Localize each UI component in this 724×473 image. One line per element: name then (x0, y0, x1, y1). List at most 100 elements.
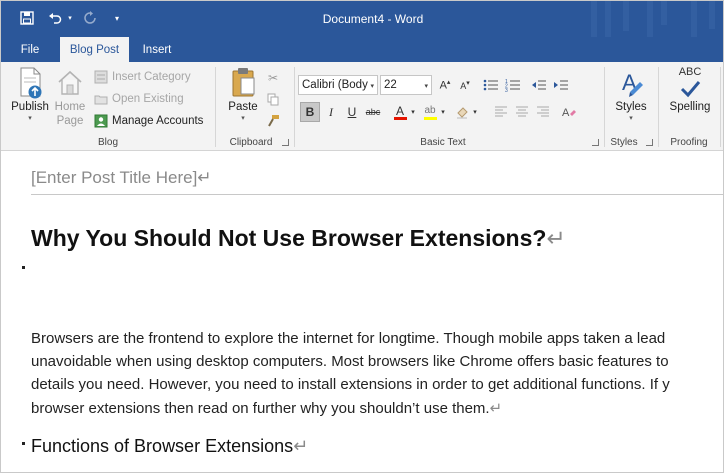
document-heading[interactable]: Why You Should Not Use Browser Extension… (31, 225, 566, 252)
manage-accounts-label: Manage Accounts (112, 115, 204, 127)
bullets-icon (483, 79, 498, 91)
italic-label: I (329, 104, 333, 119)
manage-accounts-button[interactable]: Manage Accounts (94, 111, 203, 131)
home-page-label-line2: Page (56, 115, 84, 127)
paste-button[interactable]: Paste ▾ (225, 66, 261, 124)
redo-icon (84, 11, 96, 24)
abc-label: ABC (678, 66, 702, 78)
highlight-button[interactable]: ab (420, 102, 440, 122)
publish-button[interactable]: Publish ▾ (7, 66, 53, 124)
font-color-dropdown-arrow[interactable]: ▾ (408, 102, 418, 122)
styles-dropdown-arrow: ▾ (629, 115, 633, 122)
document-subheading[interactable]: Functions of Browser Extensions↵ (31, 436, 308, 457)
paragraph-line[interactable]: details you need. However, you need to i… (31, 376, 723, 393)
publish-label: Publish (11, 101, 49, 113)
styles-button[interactable]: A Styles ▾ (610, 66, 652, 124)
paragraph-line-last[interactable]: browser extensions then read on further … (31, 399, 723, 417)
align-right-icon (537, 106, 549, 117)
font-size-dropdown-arrow: ▾ (424, 83, 428, 90)
numbering-icon: 123 (505, 79, 520, 92)
group-separator (720, 67, 721, 147)
paragraph-mark: ↵ (546, 225, 566, 251)
grow-font-icon: A▴ (439, 79, 451, 92)
paste-label: Paste (228, 101, 258, 113)
document-canvas[interactable]: [Enter Post Title Here]↵ Why You Should … (1, 152, 723, 472)
font-name-combo[interactable]: Calibri (Body ▾ (298, 75, 378, 95)
format-painter-button[interactable] (263, 110, 283, 130)
customize-quick-access-button[interactable]: ▾ (111, 7, 123, 29)
clear-all-formatting-button[interactable]: A (559, 102, 579, 122)
font-color-button[interactable]: A (390, 102, 410, 122)
paragraph-line[interactable]: unavoidable when using desktop computers… (31, 353, 723, 370)
folder-icon (94, 92, 108, 106)
insert-category-button[interactable]: Insert Category (94, 67, 191, 87)
tab-file[interactable]: File (11, 37, 49, 62)
paragraph-line[interactable]: Browsers are the frontend to explore the… (31, 330, 723, 347)
bullets-button[interactable] (481, 75, 501, 95)
clear-formatting-button[interactable] (452, 102, 472, 122)
save-button[interactable] (17, 7, 37, 29)
shrink-font-icon: A▾ (460, 80, 470, 91)
font-size-combo[interactable]: 22 ▾ (380, 75, 432, 95)
font-size-value: 22 (384, 79, 397, 91)
paragraph-mark: ↵ (197, 168, 212, 187)
save-icon (20, 11, 34, 25)
clipboard-dialog-launcher[interactable] (282, 139, 289, 146)
copy-button[interactable] (263, 89, 283, 109)
underline-button[interactable]: U (342, 102, 362, 122)
align-center-button[interactable] (512, 102, 532, 122)
align-left-icon (495, 106, 507, 117)
tab-blog-post[interactable]: Blog Post (60, 37, 129, 62)
italic-button[interactable]: I (321, 102, 341, 122)
paragraph-mark: ↵ (293, 436, 309, 456)
grow-font-button[interactable]: A▴ (435, 75, 455, 95)
title-divider (31, 194, 723, 195)
open-existing-button[interactable]: Open Existing (94, 89, 184, 109)
font-color-label: A (395, 103, 404, 118)
highlight-dropdown-arrow[interactable]: ▾ (438, 102, 448, 122)
home-icon (58, 70, 82, 95)
styles-label: Styles (615, 101, 647, 113)
ribbon: Publish ▾ Home Page Insert Category Open… (1, 62, 723, 151)
strikethrough-label: abc (365, 107, 381, 117)
post-title-field[interactable]: [Enter Post Title Here]↵ (31, 168, 212, 188)
format-marker (22, 266, 25, 269)
publish-icon (20, 67, 42, 99)
strikethrough-button[interactable]: abc (363, 102, 383, 122)
font-name-value: Calibri (Body (302, 79, 368, 91)
increase-indent-icon (554, 80, 568, 90)
align-left-button[interactable] (491, 102, 511, 122)
home-page-button[interactable]: Home Page (53, 66, 87, 128)
scissors-icon: ✂ (267, 71, 279, 85)
svg-text:A: A (562, 107, 570, 119)
basic-text-dialog-launcher[interactable] (592, 139, 599, 146)
cut-button[interactable]: ✂ (263, 68, 283, 88)
undo-button[interactable] (45, 7, 65, 29)
eraser-icon: A (562, 107, 576, 119)
underline-label: U (347, 105, 357, 119)
styles-dialog-launcher[interactable] (646, 139, 653, 146)
tab-insert[interactable]: Insert (133, 37, 181, 62)
clear-format-icon (457, 107, 468, 119)
undo-dropdown-button[interactable]: ▾ (65, 7, 75, 29)
paragraph-line-text: browser extensions then read on further … (31, 400, 490, 417)
shrink-font-button[interactable]: A▾ (455, 75, 475, 95)
clipboard-icon (232, 68, 255, 97)
decrease-indent-button[interactable] (529, 75, 549, 95)
numbering-button[interactable]: 123 (503, 75, 523, 95)
format-painter-icon (267, 114, 279, 126)
align-right-button[interactable] (533, 102, 553, 122)
document-name: Document4 (322, 12, 385, 26)
redo-button[interactable] (81, 7, 99, 29)
window-title: Document4 - Word (1, 1, 723, 37)
manage-accounts-icon (94, 114, 108, 128)
group-separator (294, 67, 295, 147)
styles-group-label: Styles (610, 137, 638, 148)
clear-formatting-dropdown-arrow[interactable]: ▾ (470, 102, 480, 122)
spelling-button[interactable]: ABC Spelling (664, 66, 716, 114)
heading-text: Why You Should Not Use Browser Extension… (31, 225, 547, 251)
word-window: Document4 - Word ▾ ▾ File Blog Post Inse… (0, 0, 724, 473)
bold-button[interactable]: B (300, 102, 320, 122)
title-separator: - (384, 12, 395, 26)
increase-indent-button[interactable] (551, 75, 571, 95)
